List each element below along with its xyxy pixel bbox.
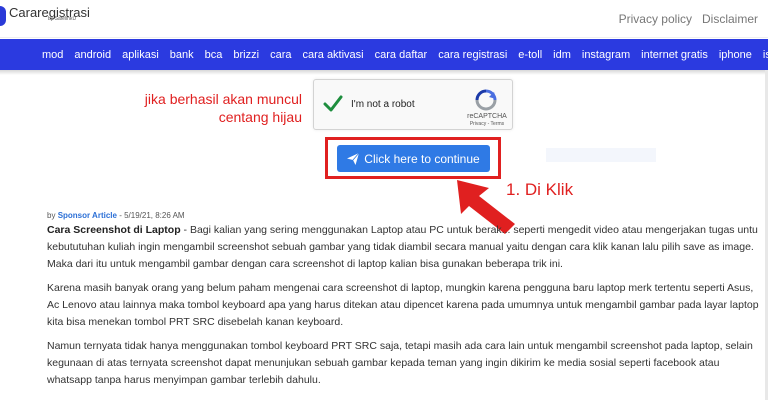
- header-links: Privacy policy Disclaimer: [619, 12, 758, 26]
- faded-button: [546, 148, 656, 162]
- annotation-note: jika berhasil akan muncul centang hijau: [110, 90, 302, 126]
- nav-shadow: [0, 70, 768, 75]
- nav-item-instagram[interactable]: instagram: [582, 49, 630, 61]
- article-author-link[interactable]: Sponsor Article: [58, 211, 117, 220]
- privacy-policy-link[interactable]: Privacy policy: [619, 12, 692, 26]
- continue-button[interactable]: Click here to continue: [337, 145, 490, 172]
- logo-subtitle: by SafelinkU: [48, 16, 77, 22]
- paper-plane-icon: [347, 152, 360, 165]
- article-paragraph: Namun ternyata tidak hanya menggunakan t…: [47, 340, 753, 386]
- nav-item-iphone[interactable]: iphone: [719, 49, 752, 61]
- article-paragraph: Karena masih banyak orang yang belum pah…: [47, 282, 759, 328]
- recaptcha-widget: I'm not a robot reCAPTCHA Privacy - Term…: [313, 79, 513, 130]
- continue-button-label: Click here to continue: [364, 151, 480, 166]
- nav-item-bank[interactable]: bank: [170, 49, 194, 61]
- click-annotation: 1. Di Klik: [506, 180, 574, 199]
- recaptcha-brand: reCAPTCHA: [467, 113, 507, 120]
- nav-item-cara-aktivasi[interactable]: cara aktivasi: [302, 49, 363, 61]
- article-date: - 5/19/21, 8:26 AM: [119, 211, 185, 220]
- article-paragraph: Cara Screenshot di Laptop - Bagi kalian …: [47, 222, 767, 273]
- nav-item-idm[interactable]: idm: [553, 49, 571, 61]
- site-header: Cararegistrasi by SafelinkU Privacy poli…: [0, 0, 768, 38]
- nav-item-internet-gratis[interactable]: internet gratis: [641, 49, 708, 61]
- annotation-note-line2: centang hijau: [218, 109, 302, 125]
- site-logo[interactable]: Cararegistrasi: [0, 6, 90, 26]
- disclaimer-link[interactable]: Disclaimer: [702, 12, 758, 26]
- nav-item-bca[interactable]: bca: [205, 49, 223, 61]
- recaptcha-label: I'm not a robot: [351, 99, 415, 110]
- nav-item-cara-daftar[interactable]: cara daftar: [375, 49, 428, 61]
- logo-mark-icon: [0, 6, 6, 26]
- nav-item-brizzi[interactable]: brizzi: [233, 49, 259, 61]
- article-title: Cara Screenshot di Laptop: [47, 224, 181, 236]
- nav-item-aplikasi[interactable]: aplikasi: [122, 49, 159, 61]
- recaptcha-logo-icon: [475, 89, 497, 111]
- nav-item-mod[interactable]: mod: [42, 49, 63, 61]
- category-nav: mod android aplikasi bank bca brizzi car…: [0, 39, 768, 70]
- nav-item-android[interactable]: android: [74, 49, 111, 61]
- nav-item-cara[interactable]: cara: [270, 49, 291, 61]
- nav-item-e-toll[interactable]: e-toll: [518, 49, 542, 61]
- annotation-note-line1: jika berhasil akan muncul: [144, 91, 302, 107]
- checkmark-icon[interactable]: [323, 94, 343, 114]
- byline-prefix: by: [47, 211, 56, 220]
- nav-item-isaku[interactable]: isaku: [763, 49, 768, 61]
- nav-item-cara-registrasi[interactable]: cara registrasi: [438, 49, 507, 61]
- recaptcha-terms-link[interactable]: Privacy - Terms: [462, 121, 512, 127]
- article-byline: by Sponsor Article - 5/19/21, 8:26 AM: [47, 211, 185, 220]
